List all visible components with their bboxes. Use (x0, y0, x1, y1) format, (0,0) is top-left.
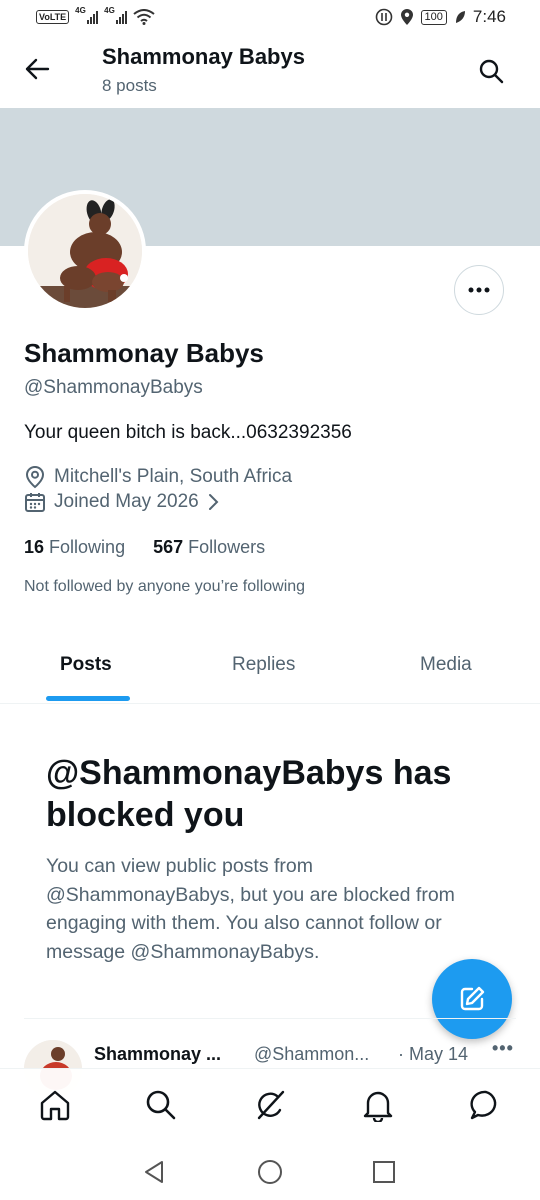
profile-handle: @ShammonayBabys (24, 377, 203, 398)
followers-count: 567 (153, 537, 184, 557)
location-icon (400, 9, 413, 25)
status-left: VoLTE 4G 4G (36, 6, 155, 25)
blocked-title: @ShammonayBabys has blocked you (46, 754, 452, 834)
system-home-button[interactable] (256, 1158, 284, 1186)
system-back-button[interactable] (140, 1158, 168, 1186)
header-title: Shammonay Babys (102, 44, 305, 69)
system-recents-button[interactable] (370, 1158, 398, 1186)
search-icon (479, 59, 504, 84)
leaf-icon (455, 11, 465, 23)
profile-joined[interactable]: Joined May 2026 (24, 491, 219, 513)
following-count: 16 (24, 537, 45, 557)
square-recents-icon (373, 1161, 395, 1183)
profile-location: Mitchell's Plain, South Africa (24, 465, 292, 489)
tab-media[interactable]: Media (420, 654, 472, 676)
profile-tabs: Posts Replies Media (0, 630, 540, 704)
chevron-right-icon (208, 494, 219, 510)
following-label: Following (49, 537, 126, 557)
nav-home[interactable] (37, 1087, 73, 1123)
profile-name: Shammonay Babys (24, 338, 264, 368)
nav-explore[interactable] (143, 1087, 179, 1123)
bottom-navigation (0, 1068, 540, 1140)
grok-icon (257, 1090, 285, 1120)
compose-button[interactable] (432, 959, 512, 1039)
compose-icon (460, 986, 485, 1011)
more-options-button[interactable] (454, 265, 504, 315)
chat-bubble-icon (470, 1090, 497, 1120)
post-divider (24, 1018, 516, 1019)
post-author-handle: @Shammon... (254, 1044, 370, 1064)
status-right: 100 7:46 (375, 7, 506, 27)
mutual-followers-note: Not followed by anyone you’re following (24, 578, 306, 595)
system-navigation (0, 1140, 540, 1200)
tab-posts[interactable]: Posts (60, 654, 112, 676)
avatar-photo (28, 194, 142, 308)
bell-icon (363, 1091, 393, 1122)
follow-stats: 16 Following 567 Followers (24, 537, 265, 558)
followers-link[interactable]: 567 Followers (153, 537, 265, 558)
network-type-label-2: 4G (104, 6, 115, 15)
signal-icon: 4G (75, 6, 99, 24)
calendar-icon (25, 493, 45, 512)
network-type-label: 4G (75, 6, 86, 15)
more-horizontal-icon (468, 287, 490, 293)
search-icon (146, 1090, 176, 1120)
location-text: Mitchell's Plain, South Africa (54, 466, 293, 487)
clock: 7:46 (472, 7, 506, 26)
location-pin-icon (25, 465, 45, 489)
post-author-name: Shammonay ... (94, 1044, 222, 1064)
joined-text: Joined May 2026 (54, 491, 199, 512)
profile-avatar[interactable] (24, 190, 146, 312)
post-more-button[interactable]: ••• (492, 1038, 514, 1059)
post-date: · May 14 (398, 1044, 469, 1064)
following-link[interactable]: 16 Following (24, 537, 125, 558)
profile-bio: Your queen bitch is back...0632392356 (24, 422, 352, 443)
nav-grok[interactable] (252, 1087, 288, 1123)
data-saver-icon (375, 8, 392, 26)
back-button[interactable] (22, 54, 52, 84)
nav-messages[interactable] (468, 1087, 504, 1123)
back-arrow-icon (25, 58, 50, 80)
header-post-count: 8 posts (102, 76, 157, 95)
header-titles: Shammonay Babys 8 posts (102, 44, 305, 96)
active-tab-indicator (46, 696, 130, 701)
followers-label: Followers (188, 537, 266, 557)
signal-icon-2: 4G (104, 6, 128, 24)
search-button[interactable] (476, 56, 506, 86)
post-preview[interactable]: Shammonay ... @Shammon... · May 14 ••• (24, 1038, 524, 1098)
blocked-description: You can view public posts from @Shammona… (46, 855, 455, 963)
top-app-bar: Shammonay Babys 8 posts (0, 34, 540, 106)
battery-icon: 100 (420, 9, 447, 25)
circle-home-icon (258, 1160, 282, 1184)
triangle-back-icon (145, 1161, 163, 1183)
wifi-icon (133, 9, 155, 25)
status-bar: VoLTE 4G 4G 100 7:46 (0, 0, 540, 34)
nav-notifications[interactable] (360, 1087, 396, 1123)
tab-replies[interactable]: Replies (232, 654, 295, 676)
volte-badge: VoLTE (36, 10, 70, 24)
home-icon (40, 1090, 70, 1121)
